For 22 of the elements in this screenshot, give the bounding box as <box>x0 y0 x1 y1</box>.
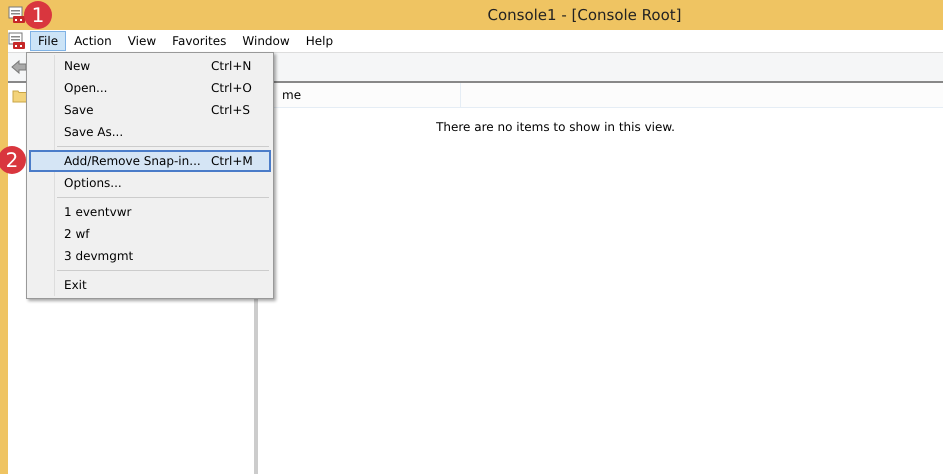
menu-item[interactable]: 2 wf <box>29 223 271 245</box>
menu-item[interactable]: New Ctrl+N <box>29 55 271 77</box>
menu-item[interactable]: Exit <box>29 274 271 296</box>
menu-bar-item[interactable]: File <box>30 31 66 51</box>
menu-bar-item[interactable]: View <box>120 31 164 51</box>
menu-item[interactable]: Add/Remove Snap-in... Ctrl+M <box>29 150 271 172</box>
folder-icon <box>12 89 28 103</box>
step-badge: 2 <box>0 146 26 174</box>
menu-bar-item[interactable]: Favorites <box>164 31 234 51</box>
console-icon[interactable] <box>8 32 26 50</box>
step-badge: 1 <box>24 1 52 29</box>
window-title: Console1 - [Console Root] <box>487 6 682 24</box>
menu-bar-item[interactable]: Help <box>298 31 342 51</box>
menu-bar-item[interactable]: Action <box>66 31 120 51</box>
menu-bar-item[interactable]: Window <box>234 31 298 51</box>
console-icon <box>8 6 26 24</box>
empty-message: There are no items to show in this view. <box>435 120 676 134</box>
menu-item[interactable]: Save As... <box>29 121 271 143</box>
menu-item[interactable]: Options... <box>29 172 271 194</box>
menu-item[interactable]: 3 devmgmt <box>29 245 271 267</box>
menu-item[interactable]: 1 eventvwr <box>29 201 271 223</box>
back-arrow-icon[interactable] <box>11 59 27 75</box>
